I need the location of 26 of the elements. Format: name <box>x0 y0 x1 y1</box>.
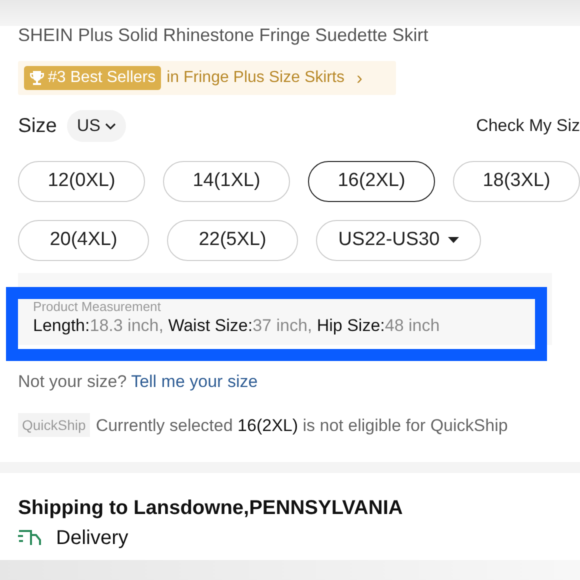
ranking-category: in Fringe Plus Size Skirts <box>166 68 344 88</box>
bestseller-badge: #3 Best Sellers <box>24 66 161 90</box>
caret-down-icon <box>448 237 459 244</box>
quickship-tag: QuickShip <box>18 413 90 438</box>
shipping-title: Shipping to Lansdowne,PENNSYLVANIA <box>17 496 404 521</box>
size-option[interactable]: 14(1XL) <box>163 161 290 202</box>
size-option[interactable]: 20(4XL) <box>18 220 149 261</box>
quickship-note: Currently selected 16(2XL) is not eligible for QuickShip <box>96 414 508 436</box>
truck-icon <box>18 528 42 548</box>
size-help-text: Not your size? Tell me your size <box>17 371 259 393</box>
measurement-text: Length:18.3 inch, Waist Size:37 inch, Hip Size:48 inch <box>33 316 440 336</box>
chevron-icon: › <box>356 64 362 92</box>
check-size-link[interactable]: Check My Siz <box>476 113 580 139</box>
size-option[interactable]: 12(0XL) <box>18 161 145 202</box>
size-dropdown[interactable]: US22-US30 <box>316 220 481 261</box>
tell-size-link[interactable]: Tell me your size <box>131 372 258 391</box>
region-selector[interactable]: US <box>66 110 126 142</box>
trophy-icon <box>29 70 45 86</box>
product-title: SHEIN Plus Solid Rhinestone Fringe Suedette Skirt <box>18 26 428 44</box>
size-option[interactable]: 22(5XL) <box>167 220 298 261</box>
size-option[interactable]: 16(2XL) <box>308 161 435 202</box>
size-option[interactable]: 18(3XL) <box>453 161 580 202</box>
caret-icon <box>104 122 116 130</box>
delivery-label: Delivery <box>56 527 128 549</box>
size-label: Size <box>18 114 57 139</box>
measurement-title: Product Measurement <box>33 300 161 314</box>
